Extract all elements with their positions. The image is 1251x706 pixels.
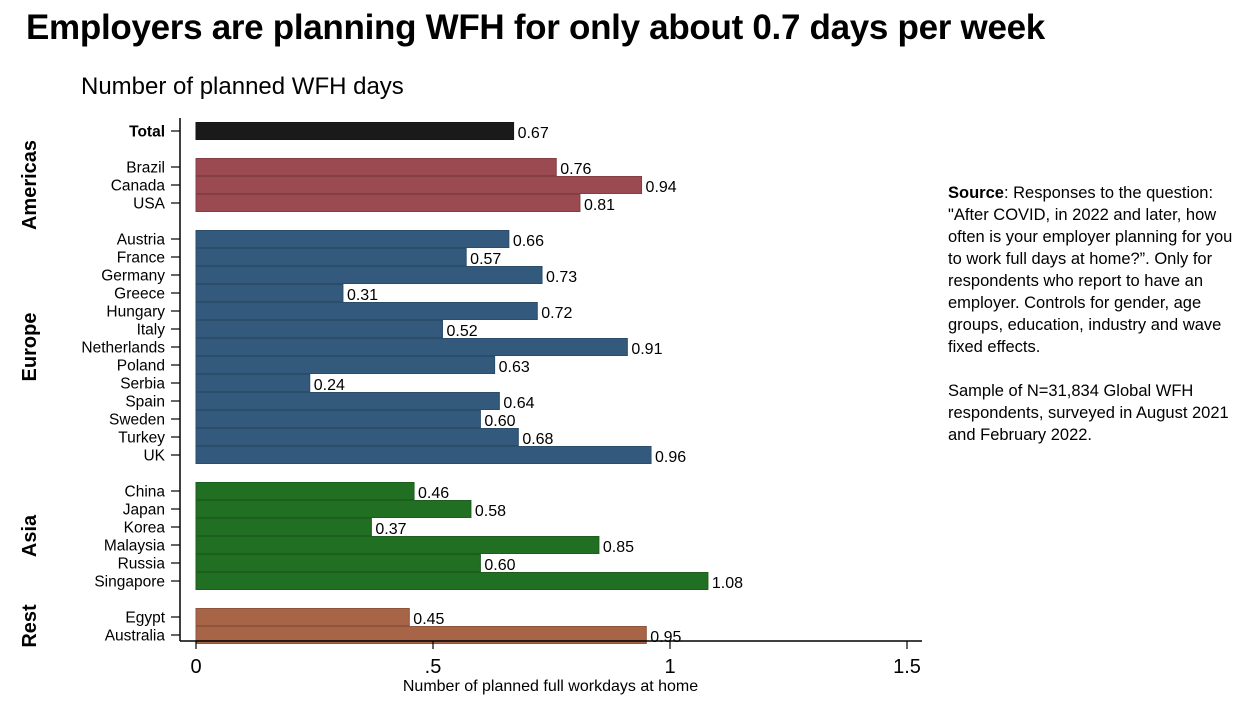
source-label: Source (948, 184, 1004, 202)
sample-text: Sample of N=31,834 Global WFH respondent… (948, 382, 1229, 444)
value-label: 0.85 (603, 539, 634, 556)
value-label: 0.66 (513, 233, 544, 250)
bar-japan (195, 500, 472, 518)
bar-uk (195, 446, 652, 464)
y-tick-label: Sweden (109, 412, 165, 429)
bar-germany (195, 266, 543, 284)
bar-usa (195, 194, 581, 212)
group-label-europe: Europe (19, 313, 41, 382)
bar-poland (195, 356, 496, 374)
y-tick-label: Poland (117, 358, 165, 375)
y-tick-label: UK (143, 448, 165, 465)
value-label: 0.94 (646, 179, 677, 196)
value-label: 0.95 (650, 629, 681, 646)
bar-greece (195, 284, 344, 302)
y-tick-label: Austria (117, 232, 166, 249)
value-label: 0.63 (499, 359, 530, 376)
value-label: 0.24 (314, 377, 345, 394)
y-tick-label: Brazil (126, 160, 165, 177)
y-tick-label: Egypt (125, 610, 165, 627)
value-label: 0.52 (446, 323, 477, 340)
bar-korea (195, 518, 372, 536)
y-tick-label: Russia (118, 556, 166, 573)
bar-malaysia (195, 536, 600, 554)
group-labels: Americas Europe Asia Rest (19, 140, 41, 648)
source-paragraph: Source: Responses to the question: "Afte… (948, 182, 1248, 358)
y-tick-label: Malaysia (104, 538, 166, 555)
group-label-asia: Asia (19, 514, 41, 557)
group-label-rest: Rest (19, 604, 41, 648)
bar-china (195, 482, 415, 500)
y-tick-label: Singapore (94, 574, 165, 591)
bar-france (195, 248, 467, 266)
y-tick-label: Japan (123, 502, 165, 519)
source-note: Source: Responses to the question: "Afte… (948, 182, 1248, 446)
y-tick-label: France (117, 250, 165, 267)
y-tick-label: Australia (105, 628, 166, 645)
x-tick-label: 1 (664, 656, 675, 678)
value-label: 0.57 (470, 251, 501, 268)
bar-italy (195, 320, 443, 338)
value-label: 0.81 (584, 197, 615, 214)
x-tick-label: .5 (425, 656, 442, 678)
y-tick-label: Serbia (120, 376, 165, 393)
value-label: 0.64 (503, 395, 534, 412)
bars-layer: 0.67 0.76 0.94 0.81 0.66 0.57 0.73 0.31 0.72 0.52… (195, 122, 749, 646)
bar-total (195, 122, 515, 140)
y-tick-label: Netherlands (81, 340, 165, 357)
value-label: 0.96 (655, 449, 686, 466)
bar-austria (195, 230, 510, 248)
value-label: 0.60 (484, 557, 515, 574)
value-label: 1.08 (712, 575, 743, 592)
y-tick-label: Greece (114, 286, 165, 303)
y-axis-labels: Total BrazilCanadaUSA AustriaFranceGermany… (81, 124, 180, 645)
y-tick-label: Italy (137, 322, 166, 339)
x-axis-ticks: 0 .5 1 1.5 (190, 641, 921, 678)
value-label: 0.72 (541, 305, 572, 322)
bar-sweden (195, 410, 481, 428)
x-tick-label: 1.5 (893, 656, 921, 678)
bar-russia (195, 554, 481, 572)
source-text: : Responses to the question: "After COVI… (948, 184, 1233, 356)
value-label: 0.67 (518, 125, 549, 142)
bar-netherlands (195, 338, 628, 356)
value-label: 0.60 (484, 413, 515, 430)
bar-serbia (195, 374, 311, 392)
y-tick-label: Turkey (118, 430, 165, 447)
bar-spain (195, 392, 500, 410)
bar-canada (195, 176, 643, 194)
value-label: 0.91 (631, 341, 662, 358)
bar-turkey (195, 428, 519, 446)
y-tick-label: Korea (124, 520, 166, 537)
bar-singapore (195, 572, 709, 590)
value-label: 0.45 (413, 611, 444, 628)
y-tick-label: Total (129, 124, 165, 141)
y-tick-label: Canada (111, 178, 166, 195)
y-tick-label: USA (133, 196, 166, 213)
x-axis-title: Number of planned full workdays at home (403, 678, 698, 695)
value-label: 0.76 (560, 161, 591, 178)
group-label-americas: Americas (19, 140, 41, 230)
value-label: 0.46 (418, 485, 449, 502)
bar-egypt (195, 608, 410, 626)
y-tick-label: Germany (101, 268, 165, 285)
x-tick-label: 0 (190, 656, 201, 678)
y-tick-label: Spain (125, 394, 165, 411)
value-label: 0.37 (375, 521, 406, 538)
value-label: 0.58 (475, 503, 506, 520)
bar-brazil (195, 158, 557, 176)
value-label: 0.31 (347, 287, 378, 304)
value-label: 0.73 (546, 269, 577, 286)
value-label: 0.68 (522, 431, 553, 448)
bar-hungary (195, 302, 538, 320)
y-tick-label: Hungary (106, 304, 165, 321)
y-tick-label: China (125, 484, 166, 501)
